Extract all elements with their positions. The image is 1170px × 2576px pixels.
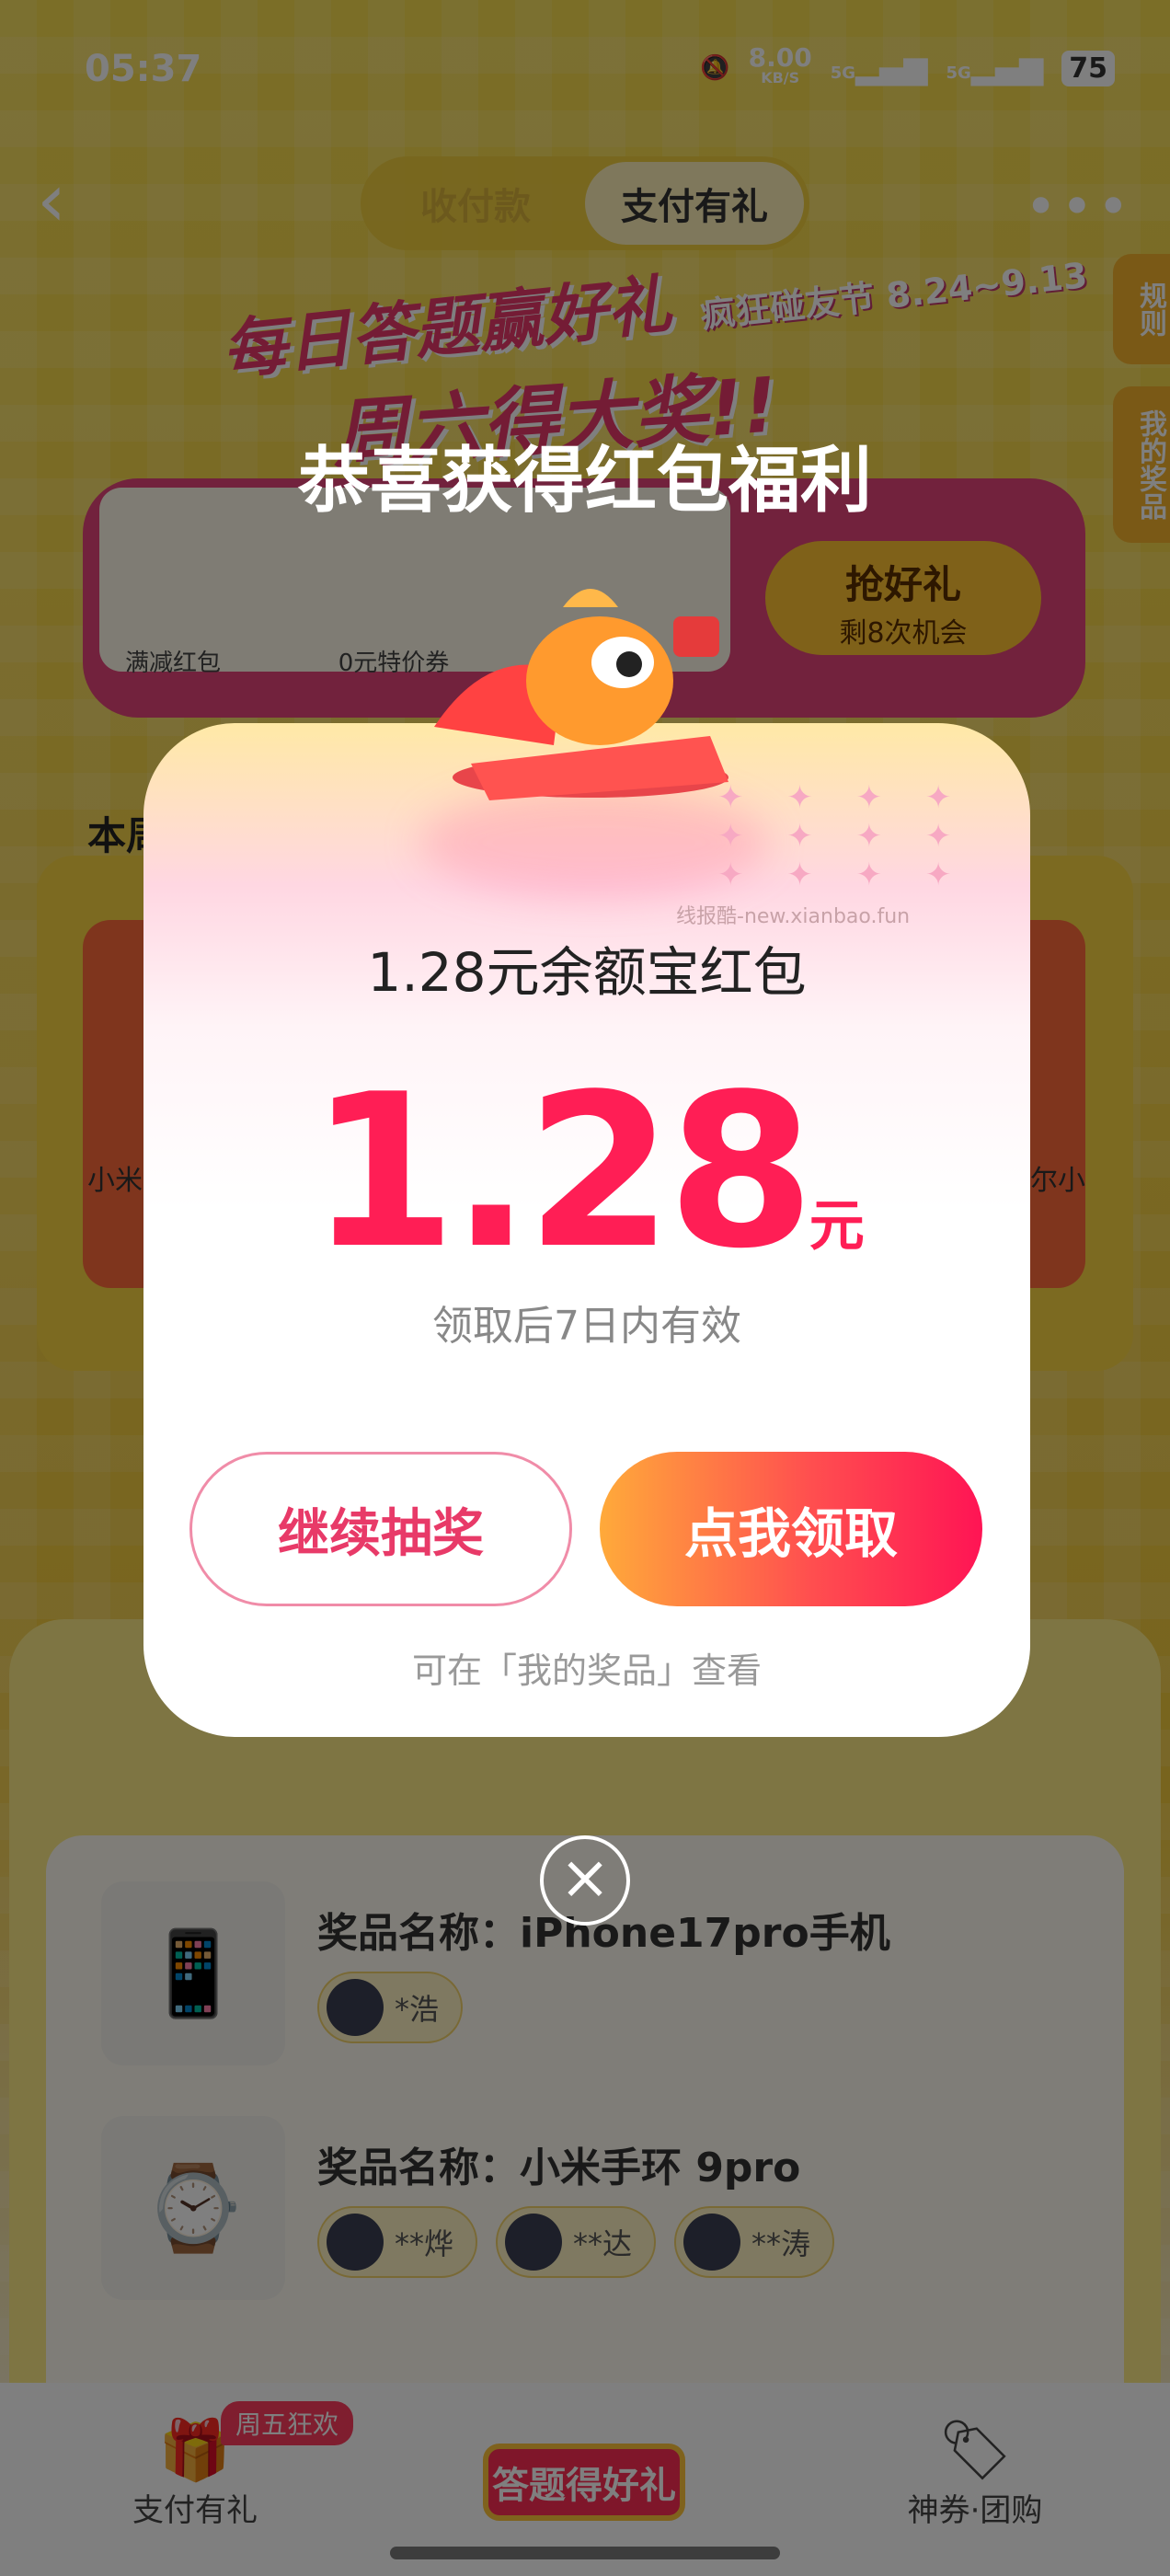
continue-draw-button[interactable]: 继续抽奖 [189,1452,572,1606]
popup-title: 恭喜获得红包福利 [297,440,872,523]
hint-text: 可在「我的奖品」查看 [411,1650,762,1691]
prize-title: 1.28元余额宝红包 [367,941,807,1004]
amount-unit: 元 [809,1194,865,1259]
claim-button[interactable]: 点我领取 [600,1452,982,1606]
close-icon[interactable]: × [540,1835,630,1926]
mascot-fish-icon [434,589,728,800]
validity-text: 领取后7日内有效 [432,1303,741,1350]
prize-amount: 1.28元 [143,1067,1030,1279]
watermark: 线报酷-new.xianbao.fun [676,905,911,928]
amount-value: 1.28 [309,1050,814,1295]
